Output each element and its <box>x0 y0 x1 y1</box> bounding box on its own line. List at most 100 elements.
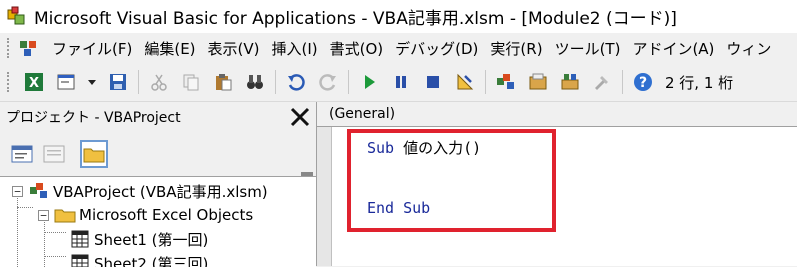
insert-userform-button[interactable] <box>54 70 78 94</box>
scissors-icon <box>149 72 169 92</box>
design-mode-icon <box>455 72 475 92</box>
binoculars-icon <box>245 72 265 92</box>
collapse-toggle[interactable]: − <box>12 186 23 197</box>
menu-insert[interactable]: 挿入(I) <box>266 38 324 59</box>
view-excel-button[interactable]: X <box>22 70 46 94</box>
menu-edit[interactable]: 編集(E) <box>138 38 201 59</box>
worksheet-icon <box>69 229 91 249</box>
paste-button[interactable] <box>211 70 235 94</box>
code-window: (General) Sub 値の入力() End Sub <box>317 102 797 266</box>
paste-icon <box>213 72 233 92</box>
view-object-icon <box>43 145 65 163</box>
chevron-down-icon <box>87 77 97 87</box>
save-button[interactable] <box>106 70 130 94</box>
excel-view-icon[interactable] <box>18 38 40 58</box>
toolbar-separator <box>275 70 276 94</box>
properties-icon <box>527 72 549 92</box>
cursor-position: 2 行, 1 桁 <box>665 72 733 93</box>
insert-dropdown-button[interactable] <box>86 70 98 94</box>
toolbar-grip[interactable] <box>7 38 12 58</box>
save-icon <box>108 72 128 92</box>
toolbar-separator <box>622 70 623 94</box>
help-icon: ? <box>632 71 654 93</box>
copy-button[interactable] <box>179 70 203 94</box>
help-button[interactable]: ? <box>631 70 655 94</box>
project-tree: − VBAProject (VBA記事用.xlsm) − Microsoft E… <box>0 176 316 267</box>
folder-icon <box>83 145 105 163</box>
toolbar-separator <box>485 70 486 94</box>
tree-item-label: Microsoft Excel Objects <box>79 206 253 224</box>
copy-icon <box>181 72 201 92</box>
toolbar-grip-2[interactable] <box>7 72 12 92</box>
code-editor[interactable]: Sub 値の入力() End Sub <box>332 127 797 266</box>
toolbox-button[interactable] <box>590 70 614 94</box>
design-mode-button[interactable] <box>453 70 477 94</box>
tree-item-label: Sheet1 (第一回) <box>94 229 208 250</box>
close-icon[interactable] <box>288 105 312 129</box>
menu-view[interactable]: 表示(V) <box>202 38 266 59</box>
view-code-button[interactable] <box>8 140 36 168</box>
cut-button[interactable] <box>147 70 171 94</box>
properties-button[interactable] <box>526 70 550 94</box>
tree-guide-line <box>17 207 33 208</box>
tree-guide-line <box>44 256 66 257</box>
project-explorer-icon <box>495 72 517 92</box>
object-combo[interactable]: (General) <box>329 104 395 124</box>
menu-addins[interactable]: アドイン(A) <box>626 38 720 59</box>
break-button[interactable] <box>389 70 413 94</box>
object-browser-button[interactable] <box>558 70 582 94</box>
menu-run[interactable]: 実行(R) <box>484 38 548 59</box>
object-browser-icon <box>559 72 581 92</box>
highlight-box <box>347 129 556 232</box>
window-title: Microsoft Visual Basic for Applications … <box>34 4 677 29</box>
tree-item-excel-objects[interactable]: − Microsoft Excel Objects <box>38 203 253 227</box>
project-explorer-pane: プロジェクト - VBAProject − VBAProject (VBA記事用… <box>0 102 317 266</box>
insert-form-icon <box>55 71 77 93</box>
folder-icon <box>54 205 76 225</box>
find-button[interactable] <box>243 70 267 94</box>
vbaproject-icon <box>28 181 50 201</box>
toolbar-separator <box>348 70 349 94</box>
menu-tools[interactable]: ツール(T) <box>549 38 627 59</box>
run-button[interactable] <box>357 70 381 94</box>
tree-guide-line <box>17 195 18 267</box>
project-explorer-button[interactable] <box>494 70 518 94</box>
menu-bar: ファイル(F) 編集(E) 表示(V) 挿入(I) 書式(O) デバッグ(D) … <box>0 33 797 63</box>
stop-icon <box>423 72 443 92</box>
project-pane-title: プロジェクト - VBAProject <box>6 107 181 127</box>
tree-guide-line <box>44 232 66 233</box>
project-pane-header: プロジェクト - VBAProject <box>0 102 316 132</box>
view-code-icon <box>11 145 33 163</box>
play-icon <box>359 72 379 92</box>
svg-text:?: ? <box>639 75 647 91</box>
object-combo-value: (General) <box>329 106 395 122</box>
project-pane-toolbar <box>0 132 316 176</box>
toolbox-icon <box>591 72 613 92</box>
svg-text:X: X <box>29 76 39 91</box>
excel-icon: X <box>23 71 45 93</box>
view-object-button[interactable] <box>40 140 68 168</box>
reset-button[interactable] <box>421 70 445 94</box>
toolbar-separator <box>138 70 139 94</box>
worksheet-icon <box>69 253 91 267</box>
tree-item-label: VBAProject (VBA記事用.xlsm) <box>53 181 268 202</box>
toggle-folders-button[interactable] <box>80 140 108 168</box>
undo-button[interactable] <box>284 70 308 94</box>
undo-icon <box>286 72 306 92</box>
tree-item-vbaproject[interactable]: − VBAProject (VBA記事用.xlsm) <box>12 179 268 203</box>
pause-icon <box>391 72 411 92</box>
redo-icon <box>318 72 338 92</box>
redo-button[interactable] <box>316 70 340 94</box>
collapse-toggle[interactable]: − <box>38 210 49 221</box>
menu-debug[interactable]: デバッグ(D) <box>389 38 484 59</box>
code-margin-indicator-bar[interactable] <box>317 127 332 266</box>
tree-item-sheet2[interactable]: Sheet2 (第三回) <box>64 251 208 267</box>
title-bar: Microsoft Visual Basic for Applications … <box>0 0 797 33</box>
tree-item-sheet1[interactable]: Sheet1 (第一回) <box>64 227 208 251</box>
code-header-bar: (General) <box>317 102 797 127</box>
tree-item-label: Sheet2 (第三回) <box>94 253 208 267</box>
menu-file[interactable]: ファイル(F) <box>46 38 138 59</box>
menu-window[interactable]: ウィン <box>720 38 777 59</box>
standard-toolbar: X <box>0 63 797 102</box>
menu-format[interactable]: 書式(O) <box>324 38 390 59</box>
